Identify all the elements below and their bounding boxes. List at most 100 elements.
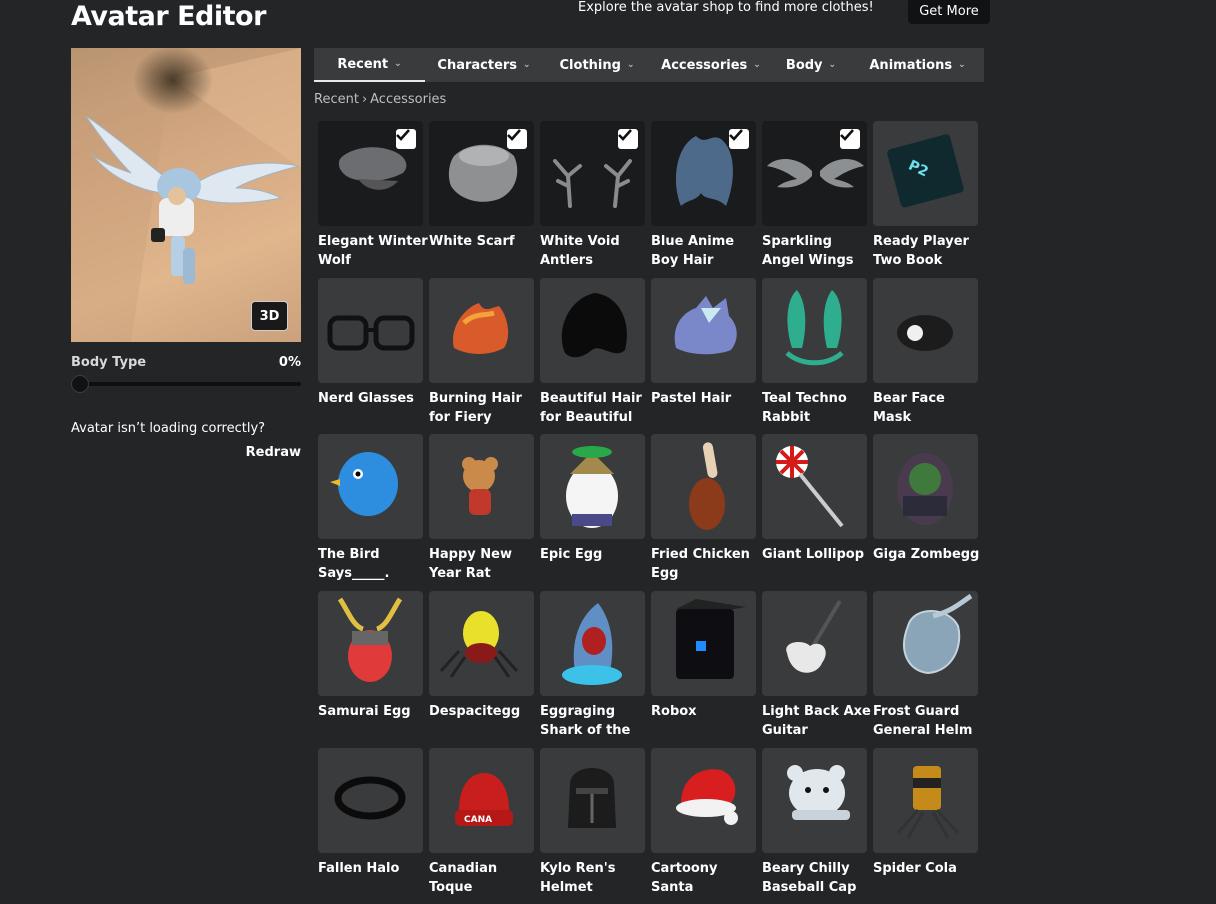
body-type-slider-track[interactable] bbox=[71, 382, 301, 386]
item-name[interactable]: Kylo Ren's Helmet bbox=[540, 859, 652, 897]
item-card[interactable]: Beautiful Hair for Beautiful bbox=[540, 278, 645, 427]
redraw-link[interactable]: Redraw bbox=[240, 445, 301, 460]
item-thumbnail[interactable] bbox=[540, 748, 645, 853]
item-thumbnail[interactable]: CANA bbox=[429, 748, 534, 853]
item-name[interactable]: Beautiful Hair for Beautiful bbox=[540, 389, 652, 427]
item-thumbnail[interactable] bbox=[651, 278, 756, 383]
item-thumbnail[interactable] bbox=[873, 591, 978, 696]
item-thumbnail[interactable] bbox=[540, 434, 645, 539]
item-thumbnail[interactable] bbox=[873, 278, 978, 383]
item-card[interactable]: Fallen Halo bbox=[318, 748, 423, 878]
item-card[interactable]: Beary Chilly Baseball Cap bbox=[762, 748, 867, 897]
item-name[interactable]: Robox bbox=[651, 702, 763, 721]
equipped-checkmark-icon[interactable] bbox=[396, 129, 416, 149]
item-name[interactable]: Frost Guard General Helm bbox=[873, 702, 985, 740]
item-name[interactable]: Light Back Axe Guitar bbox=[762, 702, 874, 740]
item-card[interactable]: Robox bbox=[651, 591, 756, 721]
item-card[interactable]: P2 Ready Player Two Book bbox=[873, 121, 978, 270]
item-card[interactable]: CANA Canadian Toque bbox=[429, 748, 534, 897]
avatar-preview[interactable] bbox=[71, 48, 301, 342]
item-name[interactable]: Giant Lollipop bbox=[762, 545, 874, 564]
item-name[interactable]: Happy New Year Rat bbox=[429, 545, 541, 583]
item-card[interactable]: Pastel Hair bbox=[651, 278, 756, 408]
item-card[interactable]: Kylo Ren's Helmet bbox=[540, 748, 645, 897]
item-thumbnail[interactable] bbox=[318, 434, 423, 539]
item-name[interactable]: Fallen Halo bbox=[318, 859, 430, 878]
item-card[interactable]: White Scarf bbox=[429, 121, 534, 251]
item-name[interactable]: Fried Chicken Egg bbox=[651, 545, 763, 583]
equipped-checkmark-icon[interactable] bbox=[729, 129, 749, 149]
tab-body[interactable]: Body ⌄ bbox=[771, 48, 851, 82]
item-name[interactable]: Spider Cola bbox=[873, 859, 985, 878]
item-name[interactable]: Cartoony Santa bbox=[651, 859, 763, 897]
equipped-checkmark-icon[interactable] bbox=[618, 129, 638, 149]
item-thumbnail[interactable] bbox=[762, 591, 867, 696]
item-thumbnail[interactable] bbox=[651, 121, 756, 226]
item-card[interactable]: Bear Face Mask bbox=[873, 278, 978, 427]
item-thumbnail[interactable] bbox=[762, 121, 867, 226]
item-card[interactable]: Samurai Egg bbox=[318, 591, 423, 721]
item-card[interactable]: Elegant Winter Wolf bbox=[318, 121, 428, 270]
item-card[interactable]: Sparkling Angel Wings bbox=[762, 121, 867, 270]
item-thumbnail[interactable] bbox=[318, 748, 423, 853]
item-name[interactable]: Nerd Glasses bbox=[318, 389, 430, 408]
item-name[interactable]: Ready Player Two Book bbox=[873, 232, 985, 270]
item-card[interactable]: Burning Hair for Fiery bbox=[429, 278, 534, 427]
item-card[interactable]: Giant Lollipop bbox=[762, 434, 867, 564]
item-thumbnail[interactable] bbox=[873, 434, 978, 539]
item-card[interactable]: Teal Techno Rabbit bbox=[762, 278, 867, 427]
item-name[interactable]: Pastel Hair bbox=[651, 389, 763, 408]
item-thumbnail[interactable] bbox=[540, 278, 645, 383]
get-more-button[interactable]: Get More bbox=[908, 0, 990, 24]
item-name[interactable]: Epic Egg bbox=[540, 545, 652, 564]
item-thumbnail[interactable] bbox=[318, 121, 423, 226]
item-thumbnail[interactable] bbox=[429, 434, 534, 539]
item-card[interactable]: Despacitegg bbox=[429, 591, 534, 721]
item-name[interactable]: Sparkling Angel Wings bbox=[762, 232, 874, 270]
body-type-slider-thumb[interactable] bbox=[71, 375, 89, 393]
item-name[interactable]: Bear Face Mask bbox=[873, 389, 985, 427]
item-name[interactable]: Elegant Winter Wolf bbox=[318, 232, 430, 270]
item-card[interactable]: Epic Egg bbox=[540, 434, 645, 564]
item-name[interactable]: White Scarf bbox=[429, 232, 541, 251]
item-thumbnail[interactable] bbox=[429, 121, 534, 226]
view-3d-toggle-button[interactable]: 3D bbox=[251, 301, 288, 331]
item-thumbnail[interactable] bbox=[651, 591, 756, 696]
item-name[interactable]: White Void Antlers bbox=[540, 232, 652, 270]
tab-accessories[interactable]: Accessories ⌄ bbox=[651, 48, 771, 82]
item-card[interactable]: Eggraging Shark of the bbox=[540, 591, 645, 740]
item-thumbnail[interactable]: P2 bbox=[873, 121, 978, 226]
item-thumbnail[interactable] bbox=[429, 591, 534, 696]
item-name[interactable]: Burning Hair for Fiery bbox=[429, 389, 541, 427]
item-name[interactable]: Canadian Toque bbox=[429, 859, 541, 897]
item-card[interactable]: Frost Guard General Helm bbox=[873, 591, 978, 740]
item-name[interactable]: Giga Zombegg bbox=[873, 545, 985, 564]
item-card[interactable]: Giga Zombegg bbox=[873, 434, 979, 564]
item-thumbnail[interactable] bbox=[762, 278, 867, 383]
item-card[interactable]: Happy New Year Rat bbox=[429, 434, 534, 583]
item-card[interactable]: Cartoony Santa bbox=[651, 748, 756, 897]
item-name[interactable]: Teal Techno Rabbit bbox=[762, 389, 874, 427]
item-name[interactable]: Samurai Egg bbox=[318, 702, 430, 721]
item-card[interactable]: Nerd Glasses bbox=[318, 278, 423, 408]
tab-animations[interactable]: Animations ⌄ bbox=[851, 48, 984, 82]
item-thumbnail[interactable] bbox=[318, 278, 423, 383]
item-thumbnail[interactable] bbox=[762, 748, 867, 853]
equipped-checkmark-icon[interactable] bbox=[507, 129, 527, 149]
item-card[interactable]: Light Back Axe Guitar bbox=[762, 591, 871, 740]
item-thumbnail[interactable] bbox=[540, 591, 645, 696]
item-name[interactable]: Despacitegg bbox=[429, 702, 541, 721]
item-name[interactable]: The Bird Says_____. bbox=[318, 545, 430, 583]
item-card[interactable]: The Bird Says_____. bbox=[318, 434, 423, 583]
tab-recent[interactable]: Recent ⌄ bbox=[314, 48, 425, 82]
item-name[interactable]: Beary Chilly Baseball Cap bbox=[762, 859, 874, 897]
item-thumbnail[interactable] bbox=[651, 748, 756, 853]
equipped-checkmark-icon[interactable] bbox=[840, 129, 860, 149]
item-card[interactable]: White Void Antlers bbox=[540, 121, 645, 270]
item-thumbnail[interactable] bbox=[429, 278, 534, 383]
item-card[interactable]: Fried Chicken Egg bbox=[651, 434, 756, 583]
item-thumbnail[interactable] bbox=[873, 748, 978, 853]
item-name[interactable]: Eggraging Shark of the bbox=[540, 702, 652, 740]
tab-clothing[interactable]: Clothing ⌄ bbox=[543, 48, 651, 82]
item-thumbnail[interactable] bbox=[318, 591, 423, 696]
